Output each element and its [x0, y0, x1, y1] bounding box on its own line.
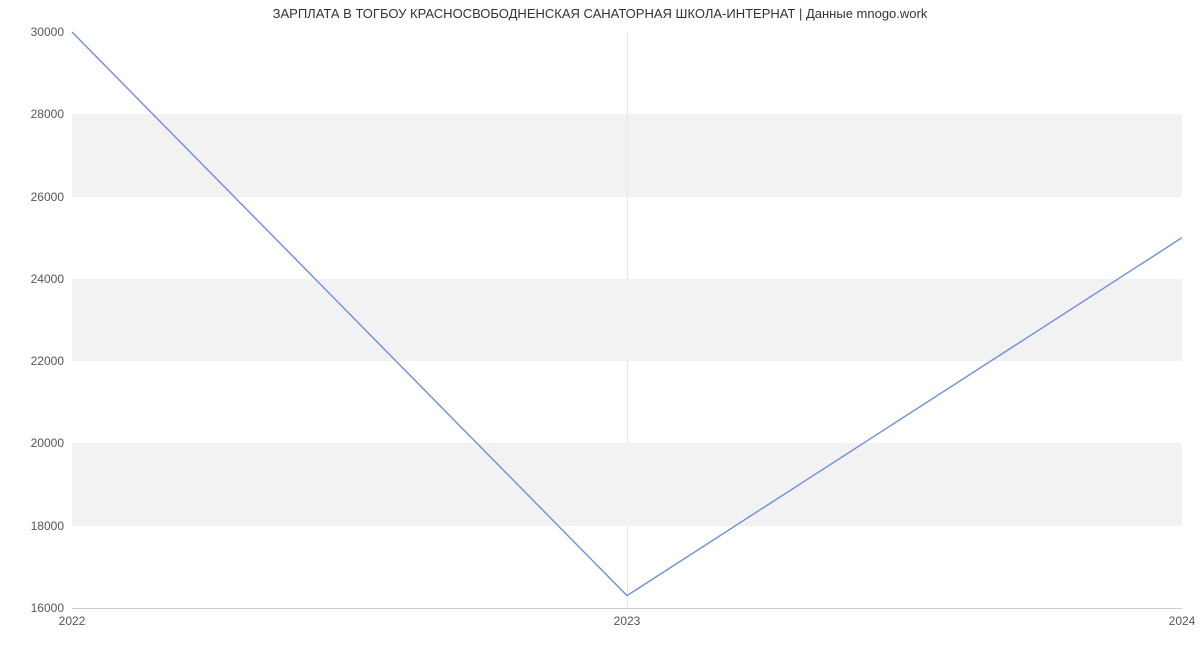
- line-series: [72, 32, 1182, 608]
- y-tick-label: 16000: [0, 601, 64, 615]
- chart-title: ЗАРПЛАТА В ТОГБОУ КРАСНОСВОБОДНЕНСКАЯ СА…: [0, 6, 1200, 21]
- y-tick-label: 24000: [0, 272, 64, 286]
- x-tick-label: 2022: [59, 614, 86, 628]
- series-line: [72, 32, 1182, 596]
- y-tick-label: 18000: [0, 519, 64, 533]
- y-tick-label: 28000: [0, 107, 64, 121]
- y-tick-label: 20000: [0, 436, 64, 450]
- plot-area: [72, 32, 1182, 609]
- x-tick-label: 2024: [1169, 614, 1196, 628]
- chart-container: ЗАРПЛАТА В ТОГБОУ КРАСНОСВОБОДНЕНСКАЯ СА…: [0, 0, 1200, 650]
- y-tick-label: 26000: [0, 190, 64, 204]
- y-tick-label: 30000: [0, 25, 64, 39]
- x-tick-label: 2023: [614, 614, 641, 628]
- y-tick-label: 22000: [0, 354, 64, 368]
